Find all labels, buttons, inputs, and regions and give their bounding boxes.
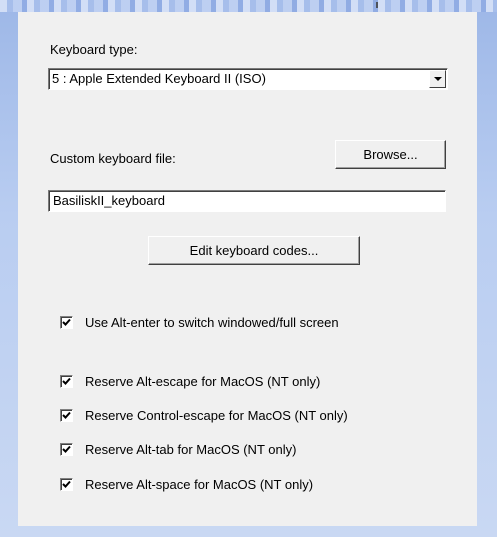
desktop-top-strip: [0, 0, 497, 12]
checkmark-icon: [62, 445, 71, 453]
desktop-mark: [376, 2, 378, 8]
alt-escape-checkbox[interactable]: [60, 375, 73, 388]
checkmark-icon: [62, 318, 71, 326]
keyboard-settings-panel: Keyboard type: 5 : Apple Extended Keyboa…: [18, 12, 477, 526]
custom-keyboard-file-label: Custom keyboard file:: [50, 151, 176, 166]
checkmark-icon: [62, 377, 71, 385]
option-label: Reserve Control-escape for MacOS (NT onl…: [85, 408, 348, 423]
chevron-down-icon[interactable]: [429, 70, 446, 88]
checkmark-icon: [62, 480, 71, 488]
option-label: Reserve Alt-space for MacOS (NT only): [85, 477, 314, 492]
alt-tab-checkbox[interactable]: [60, 443, 73, 456]
custom-keyboard-file-value: BasiliskII_keyboard: [53, 193, 165, 208]
edit-keyboard-codes-button[interactable]: Edit keyboard codes...: [148, 236, 360, 265]
desktop-background: Keyboard type: 5 : Apple Extended Keyboa…: [0, 0, 497, 537]
option-label: Reserve Alt-escape for MacOS (NT only): [85, 374, 321, 389]
keyboard-type-select[interactable]: 5 : Apple Extended Keyboard II (ISO): [48, 68, 448, 90]
custom-keyboard-file-input[interactable]: BasiliskII_keyboard: [48, 190, 446, 212]
browse-button[interactable]: Browse...: [335, 140, 446, 169]
alt-space-checkbox[interactable]: [60, 478, 73, 491]
keyboard-type-value: 5 : Apple Extended Keyboard II (ISO): [52, 71, 266, 86]
keyboard-type-label: Keyboard type:: [50, 42, 138, 57]
checkmark-icon: [62, 411, 71, 419]
option-label: Reserve Alt-tab for MacOS (NT only): [85, 442, 297, 457]
control-escape-checkbox[interactable]: [60, 409, 73, 422]
option-label: Use Alt-enter to switch windowed/full sc…: [85, 315, 339, 330]
alt-enter-checkbox[interactable]: [60, 316, 73, 329]
